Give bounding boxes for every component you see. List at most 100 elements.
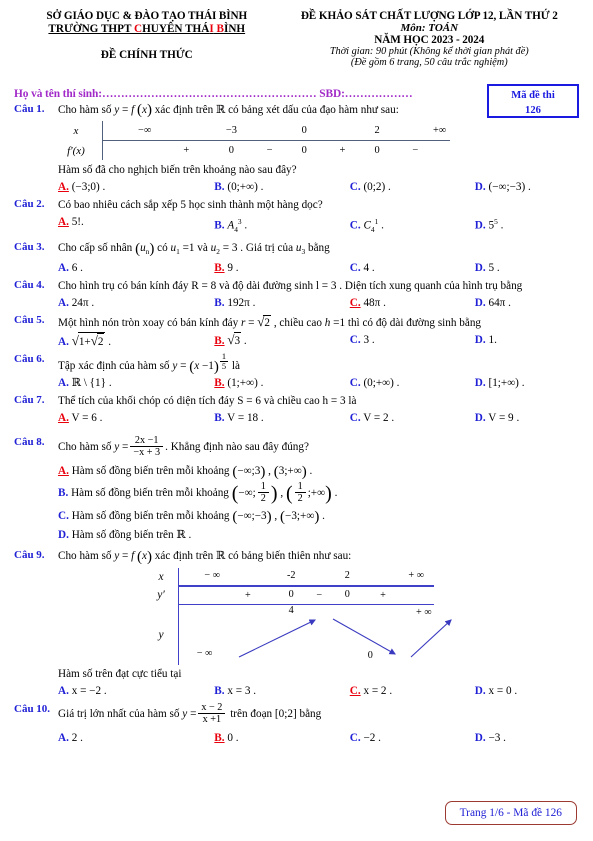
question-5-option-d[interactable]: D. 1. <box>475 332 579 350</box>
option-text-a: 6 . <box>71 262 83 275</box>
option-text-a: 2 . <box>71 731 83 744</box>
question-9-stem: Cho hàm số y = f (x) xác định trên ℝ có … <box>58 548 352 565</box>
question-8-stem: Cho hàm số y = 2x −1 −x + 3. Khẳng định nà… <box>58 435 309 459</box>
question-6-option-d[interactable]: D. [1;+∞) . <box>475 375 579 391</box>
question-8-option-a[interactable]: A. Hàm số đồng biến trên mỗi khoảng (−∞;… <box>58 463 579 479</box>
question-9-stem-pre: Cho hàm số <box>58 550 115 563</box>
var-table-x-2: 2 <box>344 570 350 582</box>
question-4: Câu 4. Cho hình trụ có bán kính đáy R = … <box>14 279 579 311</box>
question-7-option-d[interactable]: D. V = 9 . <box>475 410 579 426</box>
school-name-end: ÌNH <box>223 23 246 35</box>
question-5-option-b[interactable]: B. √3 . <box>214 332 349 350</box>
question-9-option-b[interactable]: B. x = 3 . <box>214 683 349 699</box>
sign-table-x-4: +∞ <box>432 125 447 136</box>
question-8: Câu 8. Cho hàm số y = 2x −1 −x + 3. Khẳng … <box>14 435 579 546</box>
option-letter-b: B. <box>214 181 225 194</box>
question-3-option-d[interactable]: D. 5 . <box>475 260 579 276</box>
question-7-option-c[interactable]: C. V = 2 . <box>350 410 475 426</box>
option-text-d: V = 9 . <box>488 412 520 425</box>
question-4-option-d[interactable]: D. 64π . <box>475 295 579 311</box>
question-3-option-a[interactable]: A. 6 . <box>58 260 214 276</box>
question-9-number: Câu 9. <box>14 549 45 562</box>
question-9-option-c[interactable]: C. x = 2 . <box>350 683 475 699</box>
var-table-x-1: -2 <box>286 570 296 582</box>
question-1-subquestion: Hàm số đã cho nghịch biến trên khoảng nà… <box>58 164 297 177</box>
question-9-option-d[interactable]: D. x = 0 . <box>475 683 579 699</box>
sign-table-sign-6: − <box>412 145 419 157</box>
option-letter-b: B. <box>58 487 69 500</box>
option-text-c: 48π . <box>363 297 386 310</box>
q10-frac-num: x − 2 <box>198 702 226 714</box>
question-10-number: Câu 10. <box>14 702 51 715</box>
question-4-stem: Cho hình trụ có bán kính đáy R = 8 và độ… <box>58 280 523 293</box>
question-6: Câu 6. Tập xác định của hàm số y = (x −1… <box>14 352 579 391</box>
sign-table-x-3: 2 <box>374 125 380 136</box>
option-text-c: V = 2 . <box>363 412 395 425</box>
question-2-option-b[interactable]: B. A43 . <box>214 214 349 238</box>
question-1-option-b[interactable]: B. (0;+∞) . <box>214 179 349 195</box>
question-2-option-c[interactable]: C. C41 . <box>350 214 475 238</box>
option-text-a: 5!. <box>71 216 84 229</box>
question-7-option-a[interactable]: A. V = 6 . <box>58 410 214 426</box>
question-10-option-d[interactable]: D. −3 . <box>475 730 579 746</box>
question-4-option-b[interactable]: B. 192π . <box>214 295 349 311</box>
var-table-sign-3: 0 <box>344 588 350 600</box>
question-7-options: A. V = 6 . B. V = 18 . C. V = 2 . D. V =… <box>58 410 579 426</box>
question-1-option-d[interactable]: D. (−∞;−3) . <box>475 179 579 195</box>
question-4-option-a[interactable]: A. 24π . <box>58 295 214 311</box>
option-letter-b: B. <box>214 412 225 425</box>
question-6-option-c[interactable]: C. (0;+∞) . <box>350 375 475 391</box>
question-3-option-b[interactable]: B. 9 . <box>214 260 349 276</box>
school-name-pre: TRƯỜNG THPT <box>48 23 134 35</box>
sign-table-x-1: −3 <box>225 125 237 136</box>
option-letter-d: D. <box>474 684 486 697</box>
exam-duration: Thời gian: 90 phút (Không kể thời gian p… <box>329 46 529 57</box>
option-letter-b: B. <box>214 219 225 232</box>
question-8-option-d[interactable]: D. Hàm số đồng biến trên ℝ . <box>58 527 579 543</box>
question-8-options: A. Hàm số đồng biến trên mỗi khoảng (−∞;… <box>58 463 579 546</box>
sign-table-sign-0: + <box>183 145 190 157</box>
question-10-option-b[interactable]: B. 0 . <box>214 730 349 746</box>
var-table-sign-0: + <box>244 589 251 601</box>
var-table-sign-4: + <box>380 589 386 601</box>
question-1-option-c[interactable]: C. (0;2) . <box>350 179 475 195</box>
question-4-option-c[interactable]: C. 48π . <box>350 295 475 311</box>
q8-frac-num: 2x −1 <box>130 435 164 448</box>
option-letter-a: A. <box>58 412 69 425</box>
sign-table-sign-4: + <box>339 145 346 157</box>
question-6-options: A. ℝ \ {1} . B. (1;+∞) . C. (0;+∞) . D. … <box>58 375 579 391</box>
var-table-y-3: + ∞ <box>416 606 432 618</box>
sign-table-sign-1: 0 <box>228 145 234 157</box>
option-letter-b: B. <box>214 377 225 390</box>
option-letter-c: C. <box>349 731 361 744</box>
question-2-option-d[interactable]: D. 55 . <box>475 214 579 238</box>
question-6-option-a[interactable]: A. ℝ \ {1} . <box>58 375 214 391</box>
option-letter-a: A. <box>58 684 69 697</box>
question-10-option-a[interactable]: A. 2 . <box>58 730 214 746</box>
option-letter-d: D. <box>474 334 486 347</box>
option-text-b: (0;+∞) . <box>227 181 264 194</box>
question-1-sign-table: x −∞ −3 0 2 +∞ f′(x) + 0 − 0 + 0 − <box>50 121 450 161</box>
question-5-option-c[interactable]: C. 3 . <box>350 332 475 350</box>
question-5-option-a[interactable]: A. √1+√2 . <box>58 332 214 350</box>
question-7-option-b[interactable]: B. V = 18 . <box>214 410 349 426</box>
question-8-option-c[interactable]: C. Hàm số đồng biến trên mỗi khoảng (−∞;… <box>58 508 579 524</box>
q8-frac-den: −x + 3 <box>133 447 161 459</box>
option-letter-a: A. <box>58 262 69 275</box>
question-1-option-a[interactable]: A. (−3;0) . <box>58 179 214 195</box>
exam-code-label: Mã đề thi <box>511 90 555 101</box>
question-5: Câu 5. Một hình nón tròn xoay có bán kín… <box>14 314 579 350</box>
page-footer: Trang 1/6 - Mã đề 126 <box>444 801 577 825</box>
option-letter-c: C. <box>349 297 361 310</box>
option-letter-b: B. <box>214 262 225 275</box>
question-3-option-c[interactable]: C. 4 . <box>350 260 475 276</box>
header-right-block: ĐỀ KHẢO SÁT CHẤT LƯỢNG LỚP 12, LẦN THỨ 2… <box>280 8 579 68</box>
question-6-option-b[interactable]: B. (1;+∞) . <box>214 375 349 391</box>
question-8-option-b[interactable]: B. Hàm số đồng biến trên mỗi khoảng (−∞;… <box>58 481 579 505</box>
option-letter-a: A. <box>58 731 69 744</box>
question-9-option-a[interactable]: A. x = −2 . <box>58 683 214 699</box>
question-2-option-a[interactable]: A. 5!. <box>58 214 214 238</box>
document-header: SỞ GIÁO DỤC & ĐÀO TẠO THÁI BÌNH TRƯỜNG T… <box>14 8 579 68</box>
question-10-option-c[interactable]: C. −2 . <box>350 730 475 746</box>
